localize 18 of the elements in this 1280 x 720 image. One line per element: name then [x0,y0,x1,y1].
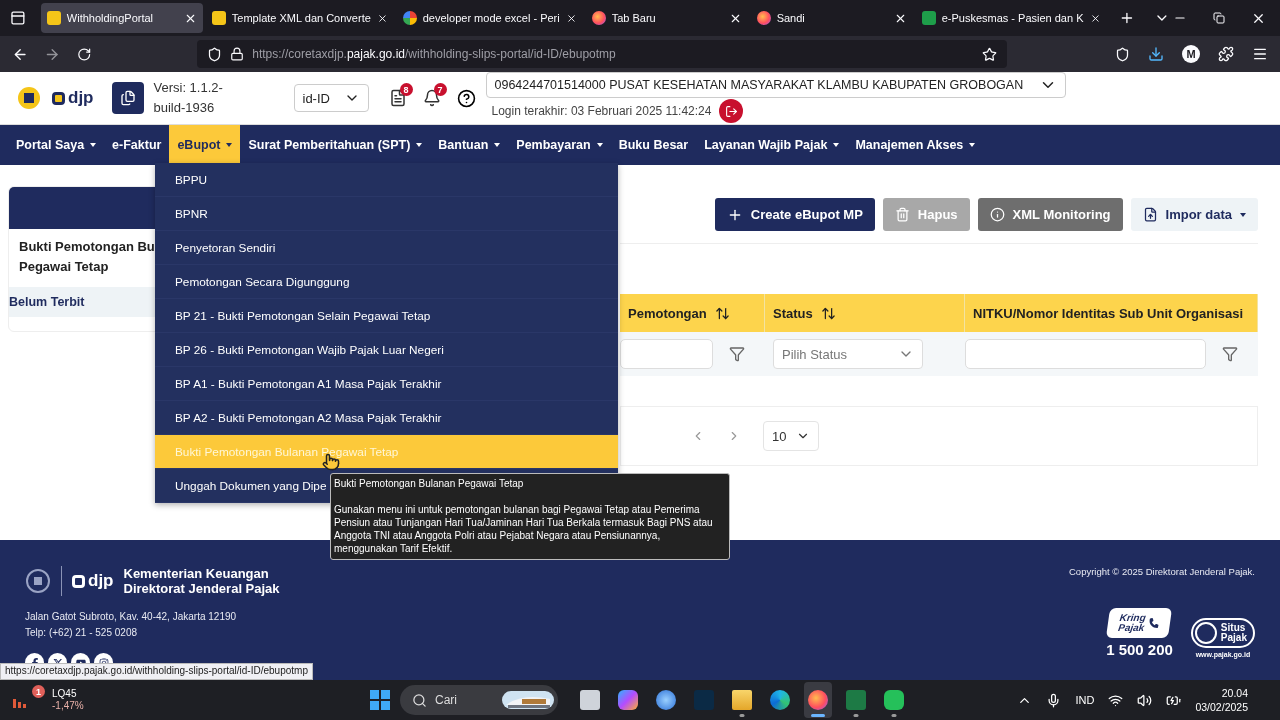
organization-name: Kementerian Keuangan Direktorat Jenderal Pajak [123,566,280,596]
situs-pajak-logo: Situs Pajak [1190,618,1255,648]
phone-text: Telp: (+62) 21 - 525 0208 [25,627,139,638]
copyright-text: Copyright © 2025 Direktorat Jenderal Pajak. [1069,566,1255,577]
djp-logo: djp [52,88,94,108]
address-text: Jalan Gatot Subroto, Kav. 40-42, Jakarta 12190 [25,611,238,622]
kring-pajak-logo: Kring Pajak [1106,608,1173,638]
hotline-number: 1 500 200 [1106,641,1173,658]
count-badge: 1 [32,685,45,698]
tooltip-title: Bukti Pemotongan Bulanan Pegawai Tetap [334,477,525,490]
version-text: Versi: 1.1.2- build-1936 [153,79,224,117]
link-url-tooltip: https://coretaxdjp.pajak.go.id/withholding-slips-portal/id-ID/ebupotmp [0,663,313,680]
last-login-text: Login terakhir: 03 Februari 2025 11:42:24 [491,104,712,118]
count-badge: 8 [399,83,413,96]
djp-logo: djp [72,571,114,591]
count-badge: 7 [433,83,447,96]
tooltip-text: Gunakan menu ini untuk pemotongan bulanan bagi Pegawai Tetap atau Pemerima Pensiun atau Tunjangan Hari Tua/Jaminan Hari Tua Berkala termasuk Bagi PNS atau Anggota TNI atau Anggota Polri atau Pejabat Negara atau Pensiunannya, menggunakan Tarif Efektif. [334,503,714,555]
card-title: Bukti Pemotongan Bu Pegawai Tetap [18,238,156,276]
